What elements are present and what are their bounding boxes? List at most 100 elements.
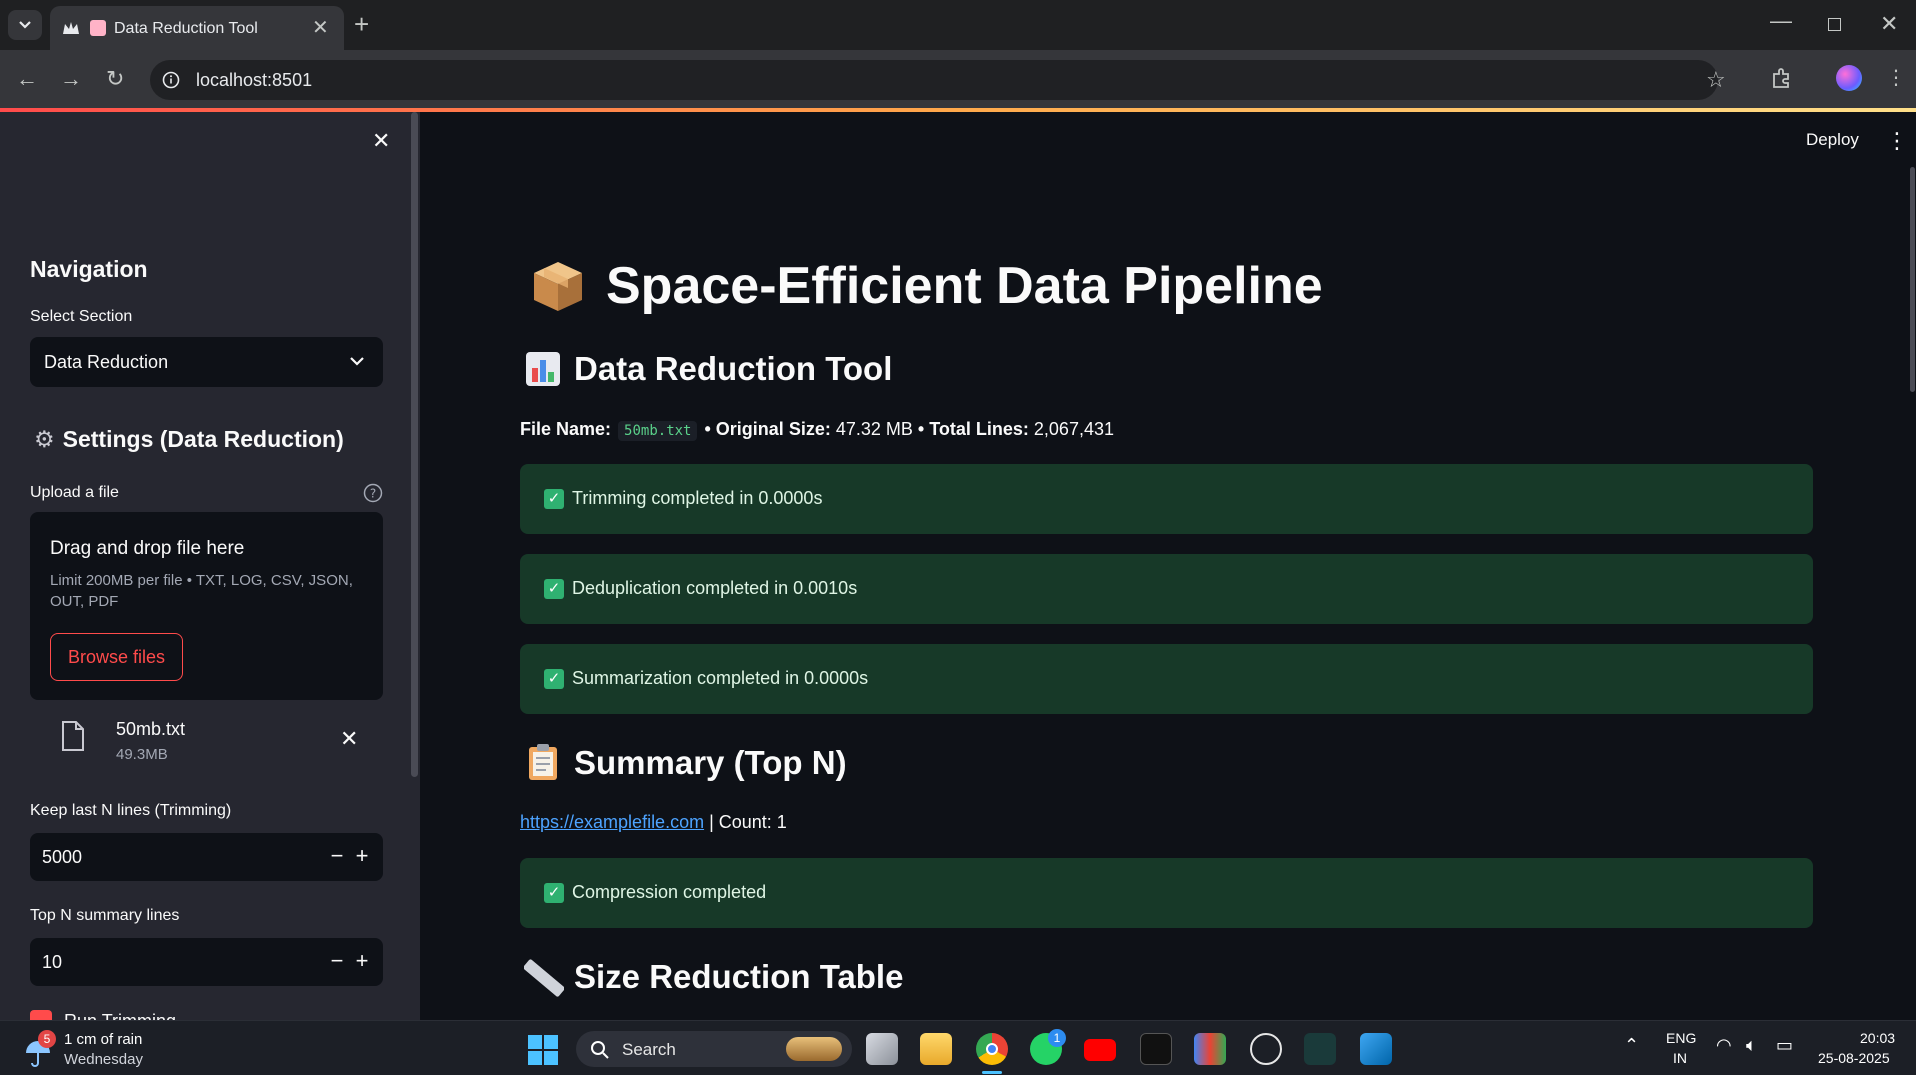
tool-heading: Data Reduction Tool: [574, 350, 893, 387]
section-select[interactable]: Data Reduction: [30, 337, 383, 387]
crown-icon: [63, 22, 79, 34]
gear-icon: ⚙: [34, 426, 55, 452]
main-menu-icon[interactable]: ⋮: [1886, 128, 1908, 154]
chatgpt-icon[interactable]: [1250, 1033, 1282, 1065]
remove-file-icon[interactable]: ✕: [340, 726, 358, 752]
main-scrollbar[interactable]: [1910, 167, 1915, 392]
search-highlight-image: [786, 1037, 842, 1061]
checkbox-run-trimming[interactable]: [30, 1010, 52, 1020]
file-dropzone[interactable]: Drag and drop file here Limit 200MB per …: [30, 512, 383, 700]
chrome-icon[interactable]: [976, 1033, 1008, 1065]
gmail-icon[interactable]: [1194, 1033, 1226, 1065]
summary-heading: Summary (Top N): [574, 744, 847, 781]
check-icon: ✓: [544, 883, 564, 903]
new-tab-icon[interactable]: +: [354, 11, 369, 37]
volume-icon[interactable]: 🔈︎: [1746, 1035, 1757, 1056]
success-alert-compression: ✓ Compression completed: [520, 858, 1813, 928]
windows-icon: [528, 1035, 558, 1065]
youtube-icon[interactable]: [1084, 1039, 1116, 1061]
close-window-icon[interactable]: ✕: [1880, 13, 1898, 35]
browser-toolbar: ← → ↻ localhost:8501 ☆ ⋮: [0, 50, 1916, 110]
keep-lines-value: 5000: [42, 847, 83, 867]
alert-text: Compression completed: [572, 882, 767, 902]
taskbar-search[interactable]: Search: [576, 1031, 852, 1067]
check-icon: ✓: [544, 489, 564, 509]
original-size-value: 47.32 MB: [835, 419, 913, 439]
whatsapp-badge: 1: [1048, 1029, 1066, 1047]
task-view-icon[interactable]: [866, 1033, 898, 1065]
svg-text:?: ?: [370, 487, 376, 501]
sidebar-scrollbar[interactable]: [411, 112, 418, 777]
increment-button[interactable]: +: [347, 946, 377, 978]
select-section-label: Select Section: [30, 308, 133, 325]
success-alert-trimming: ✓ Trimming completed in 0.0000s: [520, 464, 1813, 534]
reload-icon[interactable]: ↻: [106, 68, 124, 90]
weather-line1: 1 cm of rain: [64, 1031, 143, 1048]
file-explorer-icon[interactable]: [920, 1033, 952, 1065]
address-bar[interactable]: localhost:8501 ☆: [150, 60, 1726, 100]
app-icon[interactable]: [1304, 1033, 1336, 1065]
clipboard-icon: [529, 744, 557, 780]
clock-time[interactable]: 20:03: [1860, 1030, 1895, 1046]
lang-line2[interactable]: IN: [1673, 1050, 1687, 1066]
battery-icon[interactable]: ▭: [1776, 1035, 1793, 1056]
help-icon[interactable]: ?: [363, 483, 383, 503]
site-info-icon: [162, 71, 180, 89]
package-icon: [534, 262, 582, 311]
lang-line1[interactable]: ENG: [1666, 1030, 1696, 1046]
weather-badge: 5: [38, 1030, 56, 1048]
original-size-label: • Original Size:: [704, 419, 831, 439]
back-icon[interactable]: ←: [16, 68, 38, 90]
url-text: localhost:8501: [196, 70, 313, 90]
tab-search-button[interactable]: [8, 10, 42, 40]
dropzone-title: Drag and drop file here: [50, 538, 245, 559]
os-taskbar: 5 1 cm of rain Wednesday Search 1 ⌃ ENG …: [0, 1020, 1916, 1075]
topn-value: 10: [42, 952, 63, 972]
browse-files-button[interactable]: Browse files: [50, 633, 183, 681]
check-icon: ✓: [544, 579, 564, 599]
dropzone-limit: Limit 200MB per file • TXT, LOG, CSV, JS…: [50, 572, 353, 610]
start-button[interactable]: [528, 1035, 558, 1065]
restore-icon[interactable]: [1828, 18, 1841, 31]
browser-tab-active[interactable]: Data Reduction Tool ✕: [50, 6, 344, 50]
tradingview-icon[interactable]: [1140, 1033, 1172, 1065]
minimize-icon[interactable]: —: [1770, 10, 1792, 32]
weather-widget[interactable]: 5 1 cm of rain Wednesday: [22, 1027, 162, 1071]
upload-label: Upload a file: [30, 484, 119, 501]
uploaded-file-name: 50mb.txt: [116, 719, 186, 739]
file-name-label: File Name:: [520, 419, 612, 439]
alert-text: Trimming completed in 0.0000s: [572, 488, 823, 508]
show-hidden-icons[interactable]: ⌃: [1624, 1035, 1639, 1056]
summary-link[interactable]: https://examplefile.com: [520, 812, 704, 832]
favicon-icon: [90, 20, 106, 36]
section-select-value: Data Reduction: [44, 352, 169, 372]
browser-menu-icon[interactable]: ⋮: [1886, 67, 1906, 89]
vscode-icon[interactable]: [1360, 1033, 1392, 1065]
table-heading: Size Reduction Table: [574, 958, 904, 995]
topn-input[interactable]: 10 − +: [30, 938, 383, 986]
settings-heading-text: Settings (Data Reduction): [62, 426, 344, 452]
file-info-line: File Name: 50mb.txt • Original Size: 47.…: [520, 419, 1114, 441]
wifi-icon[interactable]: ◠: [1716, 1035, 1732, 1056]
increment-button[interactable]: +: [347, 841, 377, 873]
settings-heading: ⚙ Settings (Data Reduction): [34, 426, 344, 453]
bar-chart-icon: [526, 352, 560, 386]
chevron-down-icon: [19, 21, 31, 29]
close-tab-icon[interactable]: ✕: [312, 17, 329, 39]
clock-date[interactable]: 25-08-2025: [1818, 1050, 1890, 1066]
deploy-button[interactable]: Deploy: [1806, 130, 1859, 150]
main-content: Deploy ⋮ Space-Efficient Data Pipeline D…: [420, 112, 1916, 1020]
close-sidebar-icon[interactable]: ✕: [372, 128, 390, 154]
extensions-icon[interactable]: [1770, 66, 1794, 90]
uploaded-file-size: 49.3MB: [116, 746, 168, 763]
bookmark-star-icon[interactable]: ☆: [1706, 69, 1726, 91]
summary-line: https://examplefile.com | Count: 1: [520, 812, 787, 833]
profile-avatar[interactable]: [1836, 65, 1862, 91]
file-name-code: 50mb.txt: [618, 421, 698, 441]
keep-lines-input[interactable]: 5000 − +: [30, 833, 383, 881]
success-alert-summary: ✓ Summarization completed in 0.0000s: [520, 644, 1813, 714]
search-icon: [591, 1041, 609, 1059]
alert-text: Summarization completed in 0.0000s: [572, 668, 869, 688]
forward-icon[interactable]: →: [60, 68, 82, 90]
chevron-down-icon: [350, 357, 364, 366]
